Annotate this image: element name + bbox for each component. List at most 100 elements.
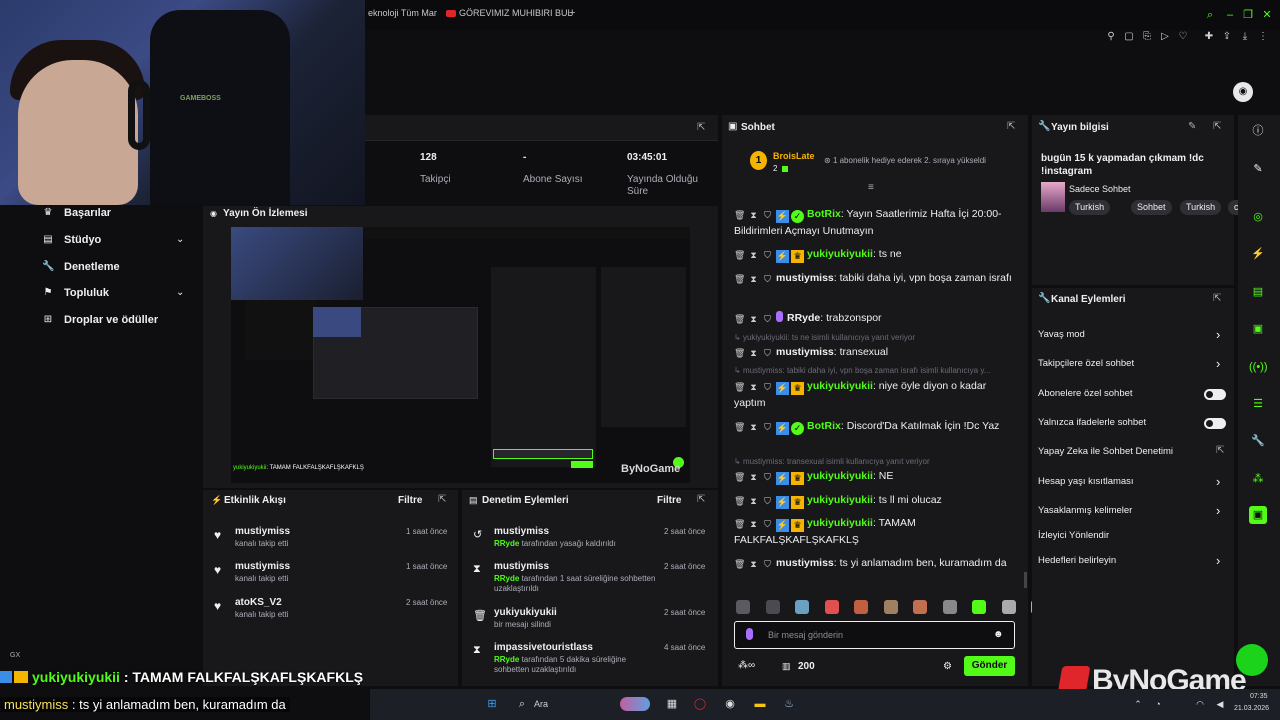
chevron-right-icon[interactable]: › (1216, 474, 1220, 489)
chevron-right-icon[interactable]: › (1216, 356, 1220, 371)
chevron-right-icon[interactable]: › (1216, 553, 1220, 568)
moderation-filter-button[interactable]: Filtre (657, 495, 681, 506)
shield-icon[interactable]: ⛉ (762, 274, 773, 285)
chat-bubble-icon[interactable]: ▣ (1249, 320, 1267, 338)
play-icon[interactable]: ▷ (1159, 31, 1171, 43)
volume-icon[interactable]: ◀ (1212, 696, 1228, 712)
taskbar-search[interactable]: Ara (534, 699, 548, 709)
send-button[interactable]: Gönder (964, 656, 1015, 676)
popout-icon[interactable]: ⇱ (1213, 121, 1221, 132)
sidebar-item-community[interactable]: Topluluk (64, 287, 109, 299)
moderator-name[interactable]: RRyde (494, 574, 519, 583)
extensions-icon[interactable]: ✚ (1203, 31, 1215, 43)
shield-icon[interactable]: ⛉ (762, 314, 773, 325)
channel-action-item[interactable]: Yasaklanmış kelimeler (1038, 505, 1132, 516)
category-name[interactable]: Sadece Sohbet (1069, 184, 1131, 194)
browser-tab[interactable]: GÖREVIMIZ MUHIBIRI BUL (459, 8, 573, 18)
shield-icon[interactable]: ⛉ (762, 210, 773, 221)
emote-icon[interactable] (883, 600, 898, 614)
chat-scrollbar[interactable] (1024, 572, 1027, 588)
shield-icon[interactable]: ⛉ (762, 472, 773, 483)
shield-icon[interactable]: ⛉ (762, 496, 773, 507)
emote-icon[interactable] (854, 600, 868, 614)
settings-cluster-icon[interactable]: ⁂∞ (738, 660, 755, 671)
stream-preview-video[interactable]: ByNoGame yukiyukiyukii: TAMAM FALKFALŞKA… (231, 227, 690, 483)
moderation-user[interactable]: mustiymiss (494, 561, 549, 572)
trash-icon[interactable]: 🗑 (734, 314, 745, 325)
steam-icon[interactable]: ♨ (781, 696, 797, 712)
channel-action-item[interactable]: Yapay Zeka ile Sohbet Denetimi (1038, 446, 1173, 457)
minimize-icon[interactable]: – (1224, 9, 1236, 21)
obs-icon[interactable]: ◉ (722, 696, 738, 712)
windows-start-icon[interactable]: ⊞ (484, 696, 500, 712)
hourglass-icon[interactable]: ⧗ (748, 314, 759, 325)
shield-icon[interactable]: ⛉ (762, 422, 773, 433)
task-view-icon[interactable]: ▦ (664, 696, 680, 712)
gear-icon[interactable]: ⚙ (943, 661, 952, 672)
emote-icon[interactable] (795, 600, 809, 614)
shield-icon[interactable]: ⛉ (762, 559, 773, 570)
emote-icon[interactable] (972, 600, 986, 614)
activity-user[interactable]: atoKS_V2 (235, 597, 282, 608)
sidebar-item-drops[interactable]: Droplar ve ödüller (64, 314, 158, 326)
mic-icon[interactable] (746, 628, 753, 640)
pin-icon[interactable]: ⚲ (1105, 31, 1117, 43)
toggle-switch[interactable] (1204, 418, 1226, 429)
info-icon[interactable]: ⓘ (1249, 122, 1267, 140)
restore-icon[interactable]: ❐ (1242, 9, 1254, 21)
moderator-name[interactable]: RRyde (494, 655, 519, 664)
avatar[interactable]: ◉ (1233, 82, 1253, 102)
activity-filter-button[interactable]: Filtre (398, 495, 422, 506)
emote-icon[interactable] (824, 600, 839, 614)
network-icon[interactable]: ◔ (1150, 696, 1166, 712)
hourglass-icon[interactable]: ⧗ (748, 422, 759, 433)
channel-action-item[interactable]: İzleyici Yönlendir (1038, 530, 1109, 541)
moderation-user[interactable]: impassivetouristlass (494, 642, 593, 653)
add-widget-icon[interactable]: ▣ (1249, 506, 1267, 524)
chat-username[interactable]: yukiyukiyukii (807, 517, 873, 529)
popout-icon[interactable]: ⇱ (697, 494, 705, 505)
trash-icon[interactable]: 🗑 (734, 250, 745, 261)
chat-username[interactable]: BotRix (807, 208, 841, 220)
emote-icon[interactable] (736, 600, 750, 614)
chat-username[interactable]: BotRix (807, 420, 841, 432)
edit-icon[interactable]: ✎ (1249, 160, 1267, 178)
snapshot-icon[interactable]: ▢ (1123, 31, 1135, 43)
stream-tag[interactable]: Sohbet (1131, 200, 1172, 215)
new-tab-button[interactable]: + (569, 7, 575, 19)
channel-action-item[interactable]: Hesap yaşı kısıtlaması (1038, 476, 1134, 487)
emote-icon[interactable] (942, 600, 957, 614)
wrench-icon[interactable]: 🔧 (1249, 432, 1267, 450)
trash-icon[interactable]: 🗑 (734, 496, 745, 507)
chat-username[interactable]: RRyde (787, 312, 820, 324)
channel-action-item[interactable]: Abonelere özel sohbet (1038, 388, 1133, 399)
chat-username[interactable]: yukiyukiyukii (807, 248, 873, 260)
broadcast-icon[interactable]: ((•)) (1249, 358, 1268, 376)
shield-icon[interactable]: ⛉ (762, 250, 773, 261)
emote-icon[interactable] (913, 600, 927, 614)
trash-icon[interactable]: 🗑 (734, 472, 745, 483)
trash-icon[interactable]: 🗑 (734, 210, 745, 221)
activity-user[interactable]: mustiymiss (235, 526, 290, 537)
shield-icon[interactable]: ⛉ (762, 519, 773, 530)
chevron-down-icon[interactable]: ⌄ (176, 234, 184, 245)
activity-user[interactable]: mustiymiss (235, 561, 290, 572)
close-icon[interactable]: ✕ (1261, 9, 1273, 21)
shield-icon[interactable]: ⛉ (762, 382, 773, 393)
external-link-icon[interactable]: ⇱ (1216, 445, 1224, 456)
channel-action-item[interactable]: Yalnızca ifadelerle sohbet (1038, 417, 1146, 428)
sidebar-item-moderation[interactable]: Denetleme (64, 261, 120, 273)
hourglass-icon[interactable]: ⧗ (748, 382, 759, 393)
popout-icon[interactable]: ⇱ (1213, 293, 1221, 304)
clock-time[interactable]: 07:35 (1250, 693, 1268, 700)
document-icon[interactable]: ▤ (1249, 283, 1267, 301)
search-icon[interactable]: ⌕ (514, 696, 530, 712)
chevron-down-icon[interactable]: ⌄ (176, 287, 184, 298)
sidebar-item-achievements[interactable]: Başarılar (64, 207, 111, 219)
trash-icon[interactable]: 🗑 (734, 382, 745, 393)
opera-gx-icon[interactable]: ◯ (692, 696, 708, 712)
heart-icon[interactable]: ♡ (1177, 31, 1189, 43)
trash-icon[interactable]: 🗑 (734, 348, 745, 359)
hourglass-icon[interactable]: ⧗ (748, 274, 759, 285)
trash-icon[interactable]: 🗑 (734, 422, 745, 433)
